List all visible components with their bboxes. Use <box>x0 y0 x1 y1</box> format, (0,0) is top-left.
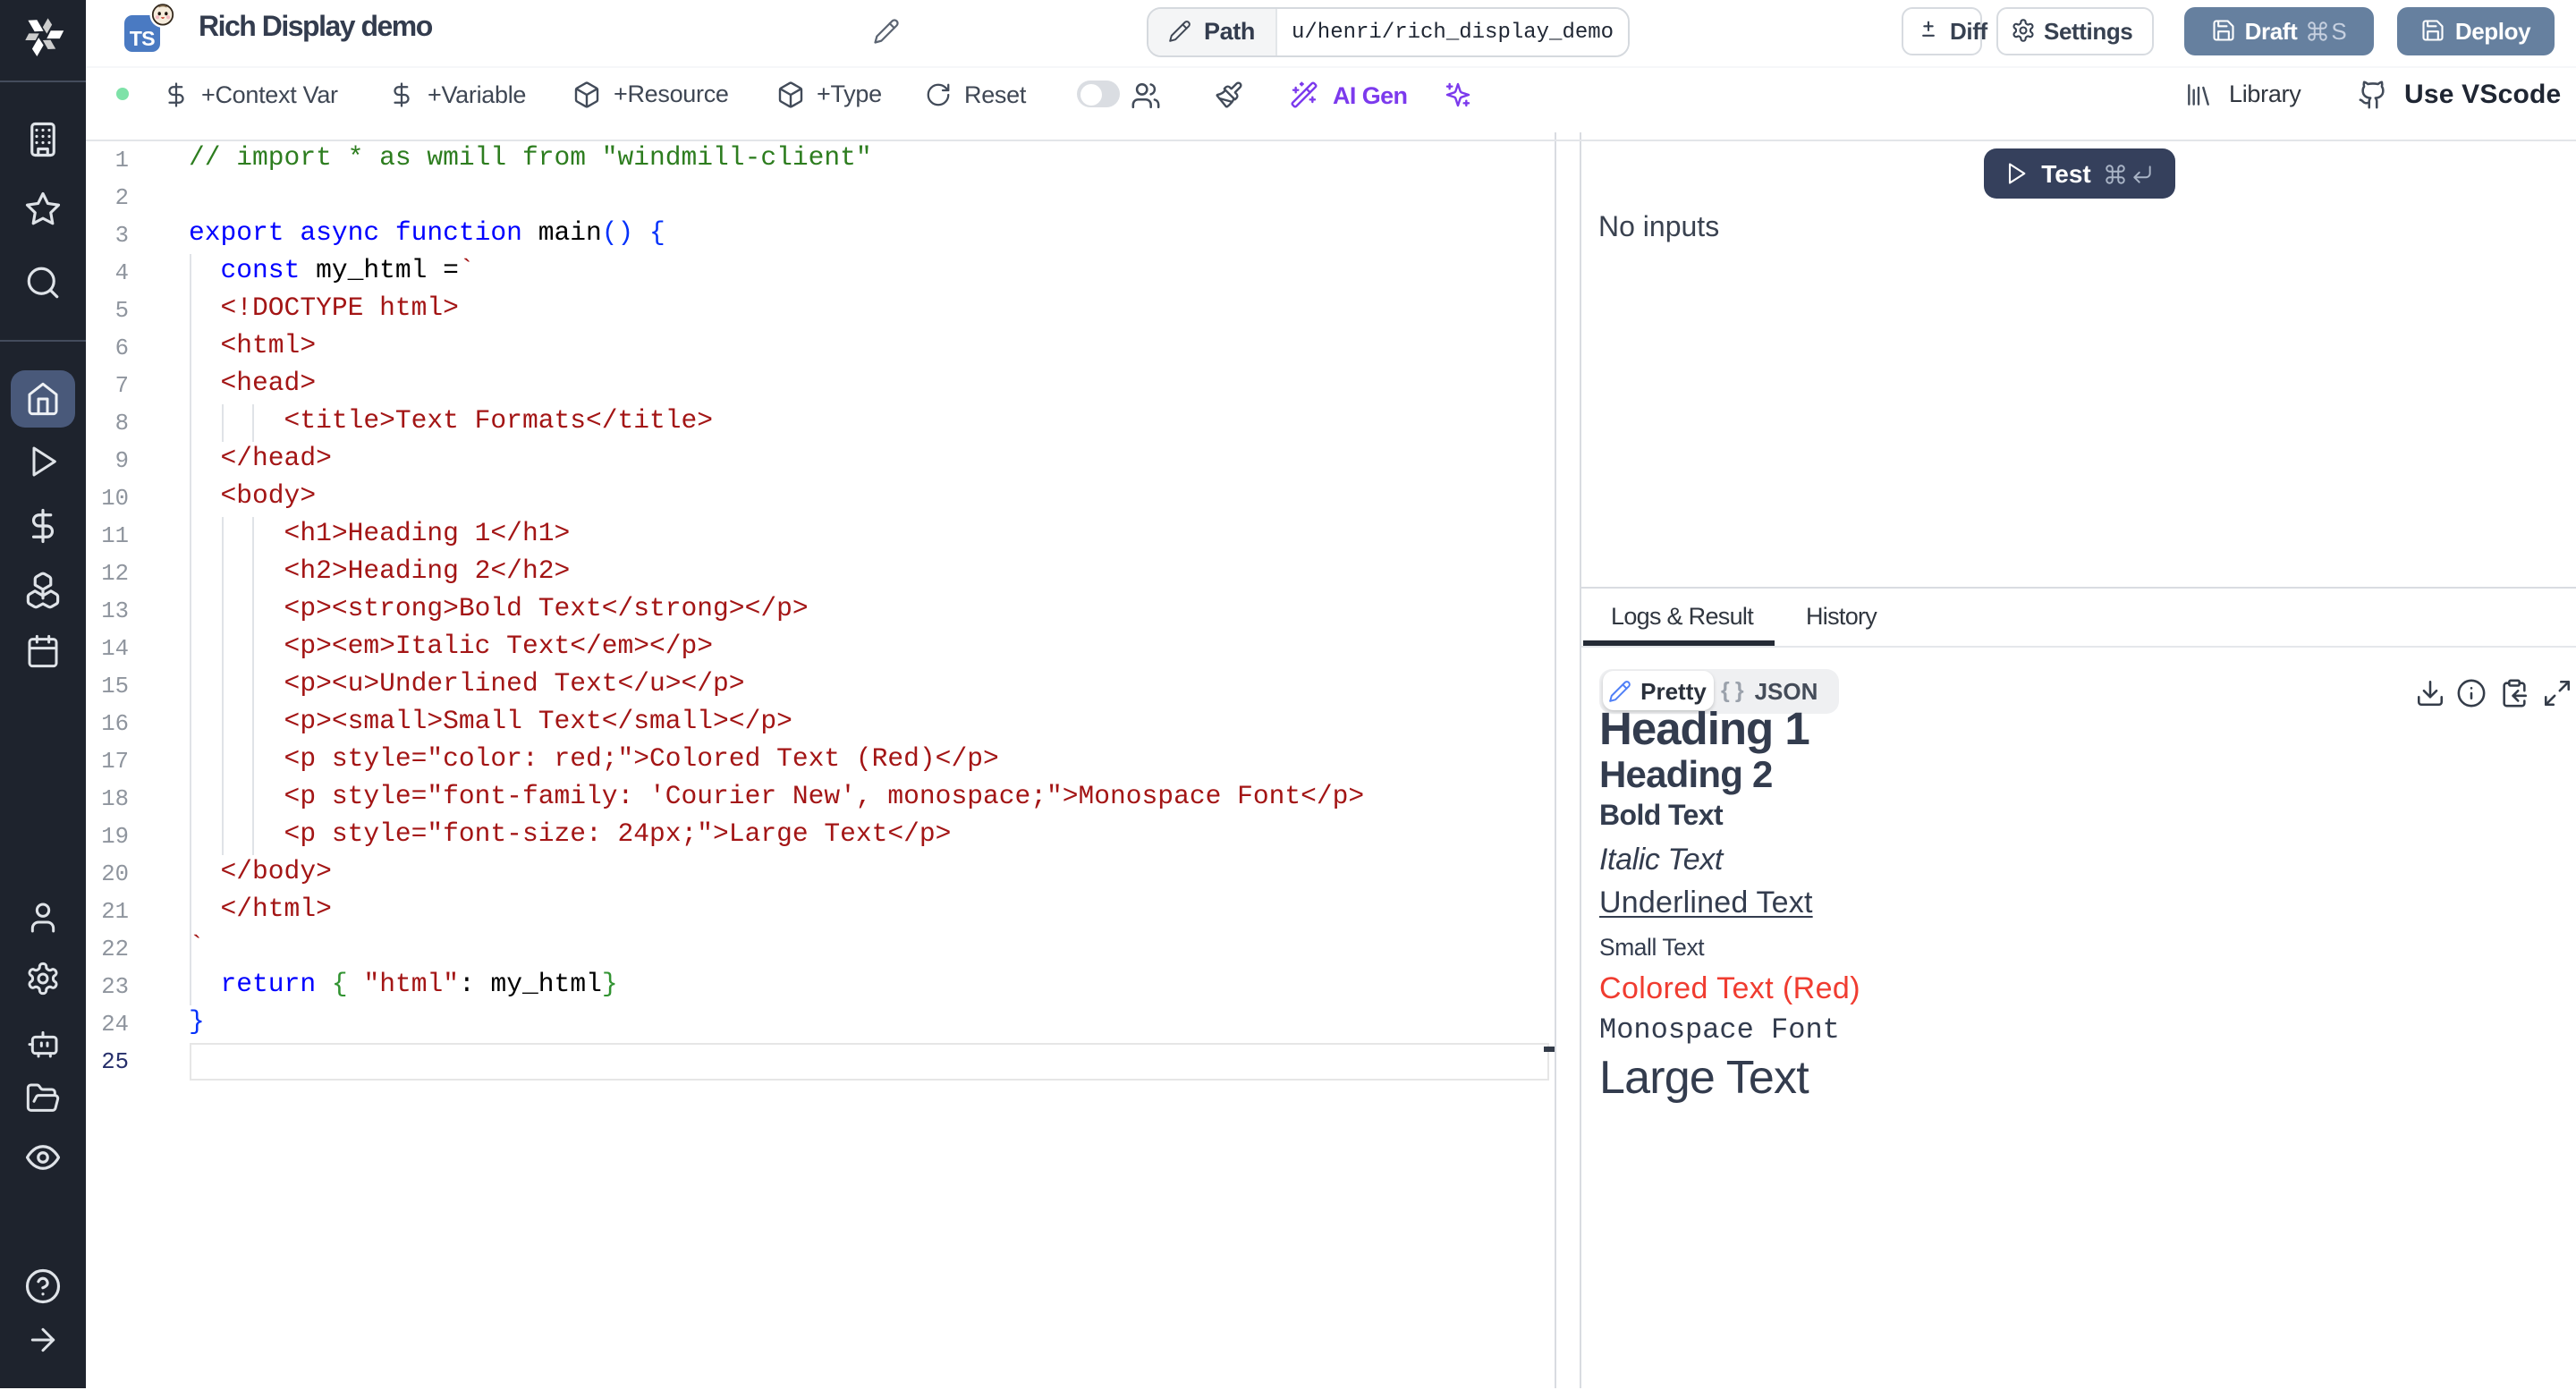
svg-text:TS: TS <box>129 27 154 50</box>
